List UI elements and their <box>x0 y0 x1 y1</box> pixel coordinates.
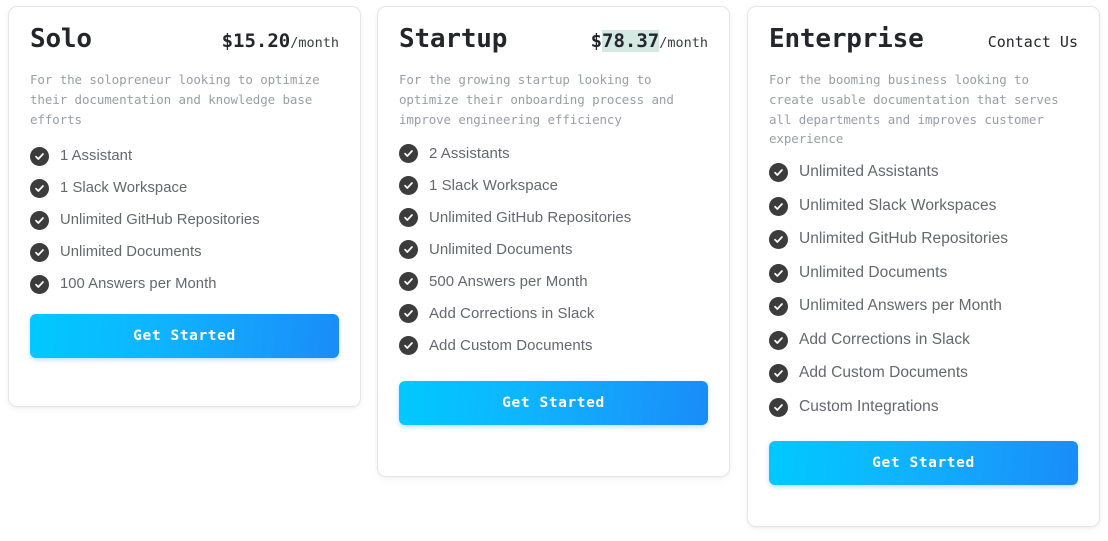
feature-item: 2 Assistants <box>399 144 708 164</box>
feature-item: Add Corrections in Slack <box>769 330 1078 350</box>
feature-item: Unlimited Slack Workspaces <box>769 196 1078 216</box>
card-header-enterprise: Enterprise Contact Us <box>769 24 1078 54</box>
get-started-button-enterprise[interactable]: Get Started <box>769 440 1078 485</box>
check-circle-icon <box>30 275 49 295</box>
feature-item: Unlimited Documents <box>769 263 1078 283</box>
check-circle-icon <box>399 144 418 164</box>
price-currency-solo: $ <box>221 30 234 52</box>
feature-item: 100 Answers per Month <box>30 275 339 295</box>
contact-us-link[interactable]: Contact Us <box>988 33 1078 51</box>
feature-item: Unlimited GitHub Repositories <box>30 211 339 231</box>
check-circle-icon <box>30 211 49 231</box>
check-circle-icon <box>399 240 418 260</box>
card-body-solo: Solo $15.20/month For the solopreneur lo… <box>9 7 360 295</box>
feature-label: Custom Integrations <box>799 397 939 415</box>
cta-container-solo: Get Started <box>9 314 360 378</box>
feature-item: Add Corrections in Slack <box>399 304 708 324</box>
feature-item: Unlimited GitHub Repositories <box>399 208 708 228</box>
check-circle-icon <box>769 196 788 216</box>
get-started-button-startup[interactable]: Get Started <box>399 381 708 426</box>
card-body-enterprise: Enterprise Contact Us For the booming bu… <box>748 7 1099 417</box>
check-circle-icon <box>399 176 418 196</box>
feature-item: 1 Slack Workspace <box>399 176 708 196</box>
feature-label: Unlimited Slack Workspaces <box>799 196 997 214</box>
check-circle-icon <box>769 330 788 350</box>
plan-title-solo: Solo <box>30 24 92 54</box>
feature-label: Unlimited Documents <box>799 263 948 281</box>
pricing-card-solo[interactable]: Solo $15.20/month For the solopreneur lo… <box>8 6 361 407</box>
feature-item: Unlimited Documents <box>30 243 339 263</box>
pricing-plans-board: Solo $15.20/month For the solopreneur lo… <box>0 0 1108 541</box>
feature-item: Add Custom Documents <box>769 364 1078 384</box>
feature-list-enterprise: Unlimited Assistants Unlimited Slack Wor… <box>769 163 1078 417</box>
check-circle-icon <box>399 336 418 356</box>
price-amount-startup[interactable]: 78.37 <box>602 30 660 52</box>
check-circle-icon <box>399 304 418 324</box>
price-amount-solo: 15.20 <box>233 30 291 52</box>
price-currency-startup: $ <box>590 30 603 52</box>
feature-label: Add Custom Documents <box>799 364 968 382</box>
plan-title-startup: Startup <box>399 24 508 54</box>
card-body-startup: Startup $78.37/month For the growing sta… <box>378 7 729 356</box>
feature-label: 1 Slack Workspace <box>60 179 188 196</box>
get-started-button-solo[interactable]: Get Started <box>30 314 339 359</box>
feature-label: Add Custom Documents <box>429 336 593 354</box>
check-circle-icon <box>769 364 788 384</box>
feature-item: Custom Integrations <box>769 397 1078 417</box>
feature-label: Unlimited Documents <box>60 243 202 260</box>
feature-list-startup: 2 Assistants 1 Slack Workspace Unlimited… <box>399 144 708 356</box>
feature-label: Unlimited Documents <box>429 240 573 258</box>
cta-container-enterprise: Get Started <box>748 440 1099 505</box>
check-circle-icon <box>769 263 788 283</box>
feature-item: Unlimited Assistants <box>769 163 1078 183</box>
feature-label: Add Corrections in Slack <box>799 330 970 348</box>
feature-item: 1 Slack Workspace <box>30 179 339 199</box>
check-circle-icon <box>769 297 788 317</box>
plan-price-startup: $78.37/month <box>591 30 708 52</box>
check-circle-icon <box>30 147 49 167</box>
feature-label: Unlimited GitHub Repositories <box>60 211 260 228</box>
feature-label: Add Corrections in Slack <box>429 304 595 322</box>
check-circle-icon <box>769 163 788 183</box>
check-circle-icon <box>399 208 418 228</box>
pricing-card-startup[interactable]: Startup $78.37/month For the growing sta… <box>377 6 730 477</box>
check-circle-icon <box>769 230 788 250</box>
plan-title-enterprise: Enterprise <box>769 24 924 54</box>
check-circle-icon <box>30 243 49 263</box>
feature-item: Unlimited Documents <box>399 240 708 260</box>
feature-item: Add Custom Documents <box>399 336 708 356</box>
cta-container-startup: Get Started <box>378 381 729 445</box>
feature-label: Unlimited Answers per Month <box>799 297 1002 315</box>
feature-list-solo: 1 Assistant 1 Slack Workspace Unlimited … <box>30 147 339 295</box>
feature-label: 1 Slack Workspace <box>429 176 558 194</box>
feature-label: Unlimited Assistants <box>799 163 939 181</box>
plan-price-solo: $15.20/month <box>222 30 339 52</box>
feature-item: 1 Assistant <box>30 147 339 167</box>
price-period-solo: /month <box>290 35 339 51</box>
card-header-solo: Solo $15.20/month <box>30 24 339 54</box>
feature-item: 500 Answers per Month <box>399 272 708 292</box>
check-circle-icon <box>30 179 49 199</box>
pricing-card-enterprise[interactable]: Enterprise Contact Us For the booming bu… <box>747 6 1100 527</box>
plan-description-startup: For the growing startup looking to optim… <box>399 72 674 127</box>
check-circle-icon <box>769 397 788 417</box>
check-circle-icon <box>399 272 418 292</box>
feature-label: Unlimited GitHub Repositories <box>429 208 632 226</box>
feature-item: Unlimited GitHub Repositories <box>769 230 1078 250</box>
price-period-startup: /month <box>659 35 708 51</box>
card-header-startup: Startup $78.37/month <box>399 24 708 54</box>
feature-item: Unlimited Answers per Month <box>769 297 1078 317</box>
feature-label: 500 Answers per Month <box>429 272 588 290</box>
feature-label: 100 Answers per Month <box>60 275 217 292</box>
feature-label: Unlimited GitHub Repositories <box>799 230 1009 248</box>
feature-label: 2 Assistants <box>429 144 510 162</box>
plan-description-enterprise: For the booming business looking to crea… <box>769 72 1059 147</box>
plan-description-solo: For the solopreneur looking to optimize … <box>30 72 320 127</box>
feature-label: 1 Assistant <box>60 147 133 164</box>
